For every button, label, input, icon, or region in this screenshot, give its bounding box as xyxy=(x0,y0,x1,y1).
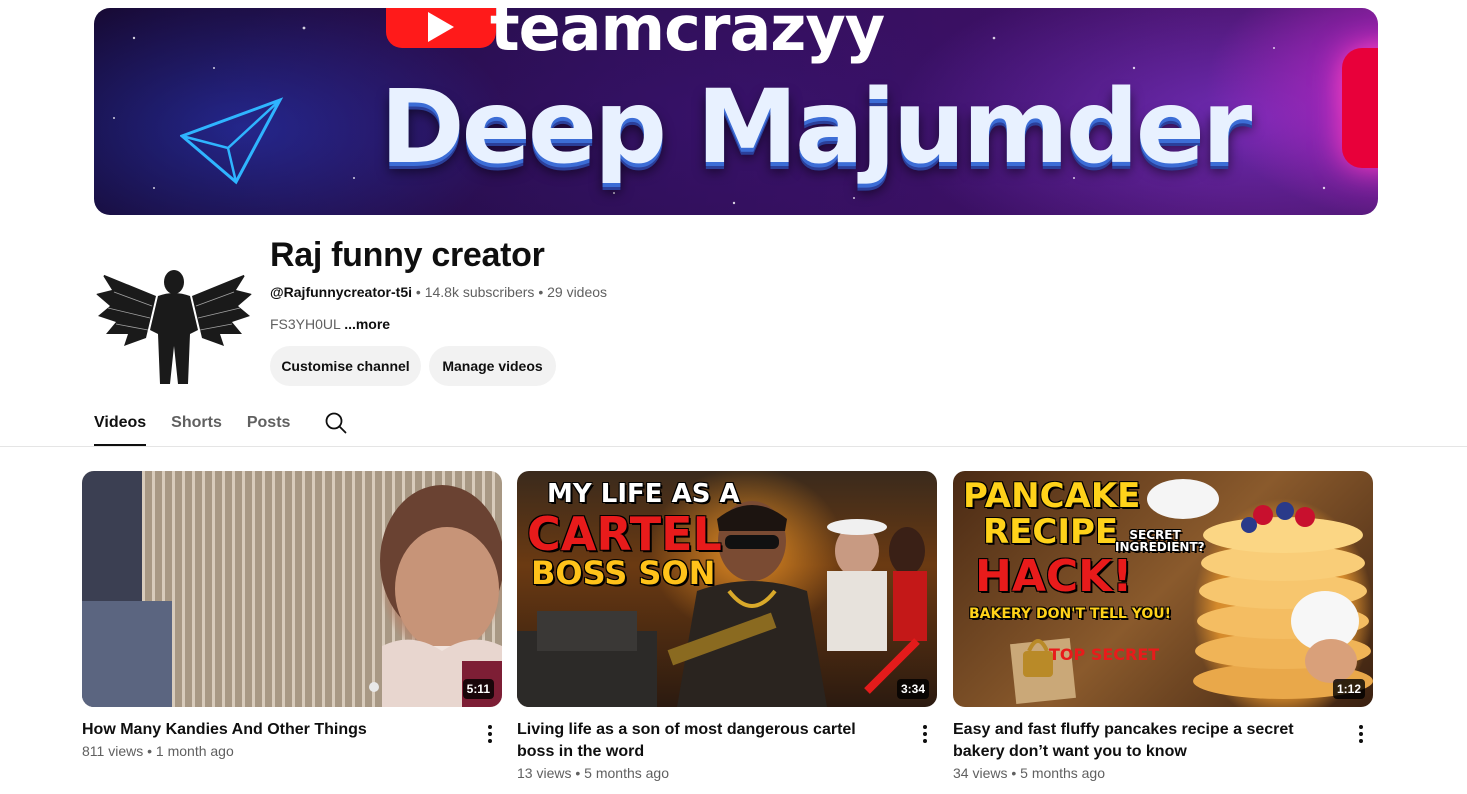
channel-banner: teamcrazyy Deep Majumder xyxy=(94,8,1378,215)
channel-description[interactable]: FS3YH0UL ...more xyxy=(270,316,390,332)
youtube-logo-icon xyxy=(386,8,496,48)
meta-separator: • xyxy=(1011,765,1017,781)
more-link[interactable]: ...more xyxy=(344,316,390,332)
meta-separator: • xyxy=(575,765,581,781)
manage-videos-button[interactable]: Manage videos xyxy=(429,346,556,386)
search-icon[interactable] xyxy=(324,411,348,435)
video-duration: 5:11 xyxy=(462,679,494,699)
video-views: 34 views xyxy=(953,765,1008,781)
more-actions-icon[interactable] xyxy=(1353,723,1369,745)
more-actions-icon[interactable] xyxy=(917,723,933,745)
meta-separator: • xyxy=(415,284,421,300)
banner-brand: teamcrazyy xyxy=(490,8,885,65)
paper-plane-icon xyxy=(180,97,284,185)
video-title[interactable]: Easy and fast fluffy pancakes recipe a s… xyxy=(953,719,1333,763)
video-thumbnail[interactable]: PANCAKE RECIPE HACK! SECRET INGREDIENT? … xyxy=(953,471,1373,707)
video-card[interactable]: 5:11 How Many Kandies And Other Things 8… xyxy=(82,471,502,759)
channel-meta: @Rajfunnycreator-t5i • 14.8k subscribers… xyxy=(270,284,607,300)
thumbnail-caption: CARTEL xyxy=(527,507,722,561)
video-duration: 3:34 xyxy=(896,679,929,699)
thumbnail-caption: BOSS SON xyxy=(531,554,716,592)
video-thumbnail[interactable]: 5:11 xyxy=(82,471,502,707)
video-age: 1 month ago xyxy=(155,743,234,759)
video-meta: 811 views • 1 month ago xyxy=(82,743,234,759)
tab-videos[interactable]: Videos xyxy=(94,400,147,446)
video-views: 13 views xyxy=(517,765,572,781)
video-title[interactable]: How Many Kandies And Other Things xyxy=(82,719,462,741)
tab-shorts[interactable]: Shorts xyxy=(171,400,222,446)
video-title[interactable]: Living life as a son of most dangerous c… xyxy=(517,719,897,763)
customise-channel-button[interactable]: Customise channel xyxy=(270,346,421,386)
subscriber-count: 14.8k subscribers xyxy=(424,284,535,300)
winged-man-icon xyxy=(96,270,252,384)
video-meta: 34 views • 5 months ago xyxy=(953,765,1105,781)
meta-separator: • xyxy=(147,743,153,759)
thumbnail-caption: PANCAKE xyxy=(963,476,1141,516)
video-meta: 13 views • 5 months ago xyxy=(517,765,669,781)
thumbnail-image xyxy=(82,471,502,707)
thumbnail-caption: SECRET INGREDIENT? xyxy=(1115,528,1205,554)
banner-decoration xyxy=(1342,48,1378,168)
meta-separator: • xyxy=(538,284,544,300)
video-card[interactable]: PANCAKE RECIPE HACK! SECRET INGREDIENT? … xyxy=(953,471,1373,781)
video-age: 5 months ago xyxy=(584,765,669,781)
channel-handle[interactable]: @Rajfunnycreator-t5i xyxy=(270,284,412,300)
thumbnail-caption: HACK! xyxy=(975,551,1133,602)
tabs-divider xyxy=(0,446,1467,447)
video-age: 5 months ago xyxy=(1020,765,1105,781)
thumbnail-caption: MY LIFE AS A xyxy=(547,479,740,509)
video-card[interactable]: MY LIFE AS A CARTEL BOSS SON 3:34 Living… xyxy=(517,471,937,781)
thumbnail-caption: BAKERY DON'T TELL YOU! xyxy=(969,606,1172,622)
more-actions-icon[interactable] xyxy=(482,723,498,745)
video-thumbnail[interactable]: MY LIFE AS A CARTEL BOSS SON 3:34 xyxy=(517,471,937,707)
channel-name: Raj funny creator xyxy=(270,236,545,274)
channel-avatar[interactable] xyxy=(94,234,254,394)
thumbnail-caption: TOP SECRET xyxy=(1049,645,1160,664)
video-duration: 1:12 xyxy=(1332,679,1365,699)
banner-headline: Deep Majumder xyxy=(380,68,1252,187)
channel-tabs: Videos Shorts Posts xyxy=(94,400,347,446)
video-count: 29 videos xyxy=(547,284,608,300)
description-text: FS3YH0UL xyxy=(270,316,341,332)
thumbnail-caption: RECIPE xyxy=(983,512,1119,552)
tab-posts[interactable]: Posts xyxy=(247,400,291,446)
video-views: 811 views xyxy=(82,743,144,759)
